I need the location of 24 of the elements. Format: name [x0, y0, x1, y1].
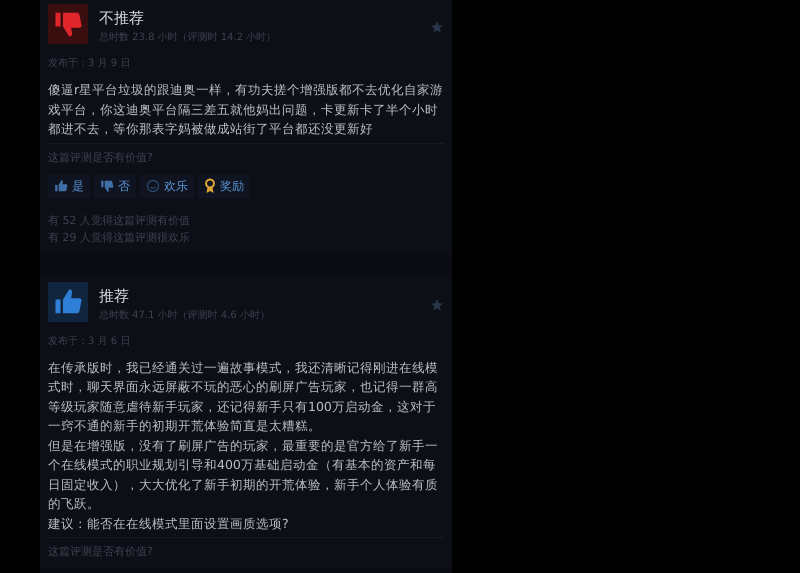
- award-icon: [204, 178, 216, 194]
- helpful-question: 这篇评测是否有价值?: [48, 544, 154, 559]
- star-icon[interactable]: [430, 20, 444, 34]
- review-verdict: 推荐: [99, 286, 130, 306]
- review-text: 但是在增强版，没有了刷屏广告的玩家，最重要的是官方给了新手一个在线模式的职业规划引导和400万基础启动金（有基本的资产和每日固定收入），大大优化了新手初期的开荒体验，新手个人体验有质的飞跃。: [48, 436, 439, 513]
- vote-button[interactable]: 否: [94, 174, 136, 198]
- vote-button[interactable]: 是: [48, 174, 90, 198]
- smiley-icon: [146, 179, 160, 193]
- playtime-text: 总时数 23.8 小时（评测时 14.2 小时）: [99, 30, 278, 44]
- review-text: 建议：能否在在线模式里面设置画质选项?: [48, 514, 290, 532]
- vote-button[interactable]: 奖励: [198, 174, 250, 198]
- helpful-question: 这篇评测是否有价值?: [48, 150, 154, 164]
- thumbs-up-icon: [54, 179, 68, 193]
- vote-button[interactable]: 欢乐: [140, 174, 194, 198]
- posted-date: 发布于：3 月 9 日: [48, 57, 132, 70]
- playtime-text: 总时数 47.1 小时（评测时 4.6 小时）: [99, 308, 271, 322]
- thumbs-down-icon: [100, 179, 114, 193]
- posted-date: 发布于：3 月 6 日: [48, 334, 132, 348]
- star-icon[interactable]: [430, 298, 444, 312]
- vote-count-text: 有 29 人觉得这篇评测很欢乐: [48, 230, 191, 246]
- review-verdict: 不推荐: [99, 9, 145, 28]
- review-text: 在传承版时，我已经通关过一遍故事模式，我还清晰记得刚进在线模式时，聊天界面永远屏蔽不玩的恶心的刷屏广告玩家，也记得一群高等级玩家随意虐待新手玩家，还记得新手只有100万启动金，这对于一窍不通的新手的初期开荒体验简直是太糟糕。: [48, 358, 439, 435]
- vote-count-text: 有 52 人觉得这篇评测有价值: [48, 212, 191, 228]
- review-text: 傻逼r星平台垃圾的跟迪奥一样，有功夫搓个增强版都不去优化自家游戏平台，你这迪奥平台隔三差五就他妈出问题，卡更新卡了半个小时都进不去，等你那表字妈被做成站街了平台都还没更新好: [48, 81, 444, 138]
